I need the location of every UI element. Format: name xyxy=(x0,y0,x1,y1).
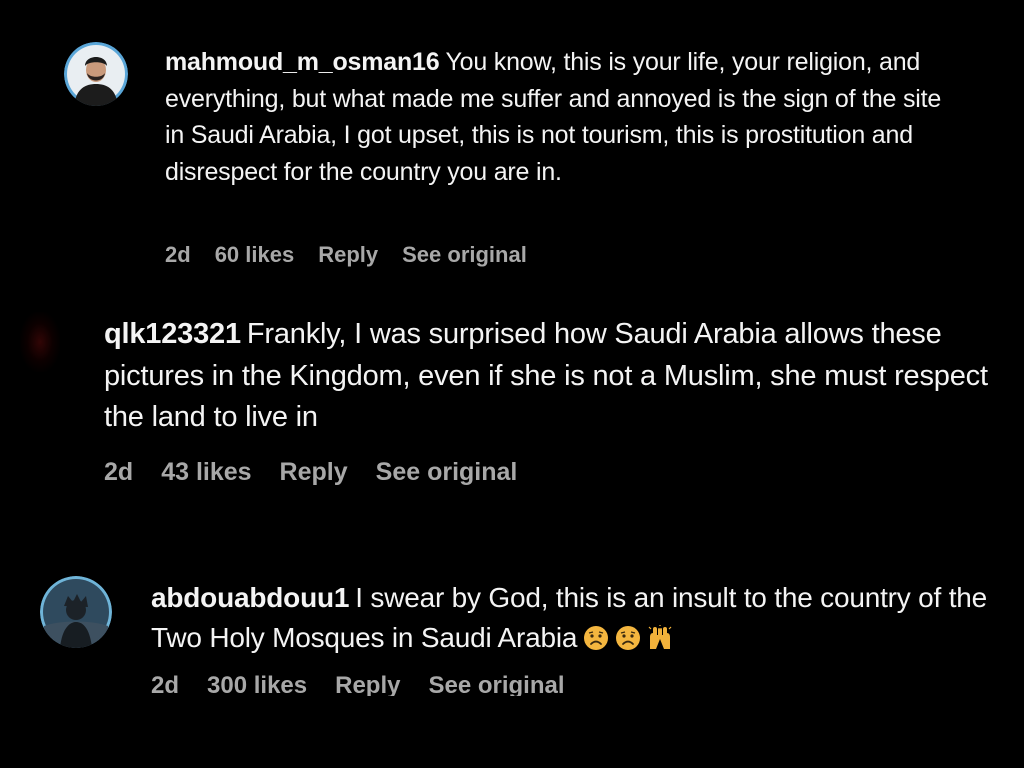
avatar[interactable] xyxy=(64,42,128,106)
comment-actions: 2d 60 likes Reply See original xyxy=(165,242,551,268)
likes-count[interactable]: 300 likes xyxy=(207,672,307,696)
see-original-button[interactable]: See original xyxy=(428,672,564,696)
likes-count[interactable]: 60 likes xyxy=(215,242,295,268)
reply-button[interactable]: Reply xyxy=(280,458,348,487)
comment-timestamp: 2d xyxy=(165,242,191,267)
profile-photo-man-icon xyxy=(64,42,128,106)
comment-body: abdouabdouu1 I swear by God, this is an i… xyxy=(151,578,1011,658)
comment-body: qlk123321 Frankly, I was surprised how Sa… xyxy=(104,314,1004,439)
raised-hands-icon xyxy=(647,625,673,651)
comment-body: mahmoud_m_osman16 You know, this is your … xyxy=(165,44,965,190)
frowning-face-icon xyxy=(615,625,641,651)
comment-actions: 2d 300 likes Reply See original xyxy=(151,672,593,696)
likes-count[interactable]: 43 likes xyxy=(161,458,251,487)
frowning-face-icon xyxy=(583,625,609,651)
comment-username[interactable]: mahmoud_m_osman16 xyxy=(165,48,440,76)
see-original-button[interactable]: See original xyxy=(402,242,527,268)
comment-username[interactable]: qlk123321 xyxy=(104,318,241,350)
comments-page: mahmoud_m_osman16 You know, this is your … xyxy=(0,0,1024,768)
avatar[interactable] xyxy=(40,576,112,648)
see-original-button[interactable]: See original xyxy=(376,458,518,487)
reply-button[interactable]: Reply xyxy=(318,242,378,268)
reply-button[interactable]: Reply xyxy=(335,672,400,696)
profile-photo-silhouette-icon xyxy=(40,576,112,648)
comment-timestamp: 2d xyxy=(151,672,180,696)
comment-actions: 2d 43 likes Reply See original xyxy=(104,458,545,487)
comment-username[interactable]: abdouabdouu1 xyxy=(151,582,349,613)
avatar[interactable] xyxy=(20,312,60,372)
comment-timestamp: 2d xyxy=(104,458,134,486)
